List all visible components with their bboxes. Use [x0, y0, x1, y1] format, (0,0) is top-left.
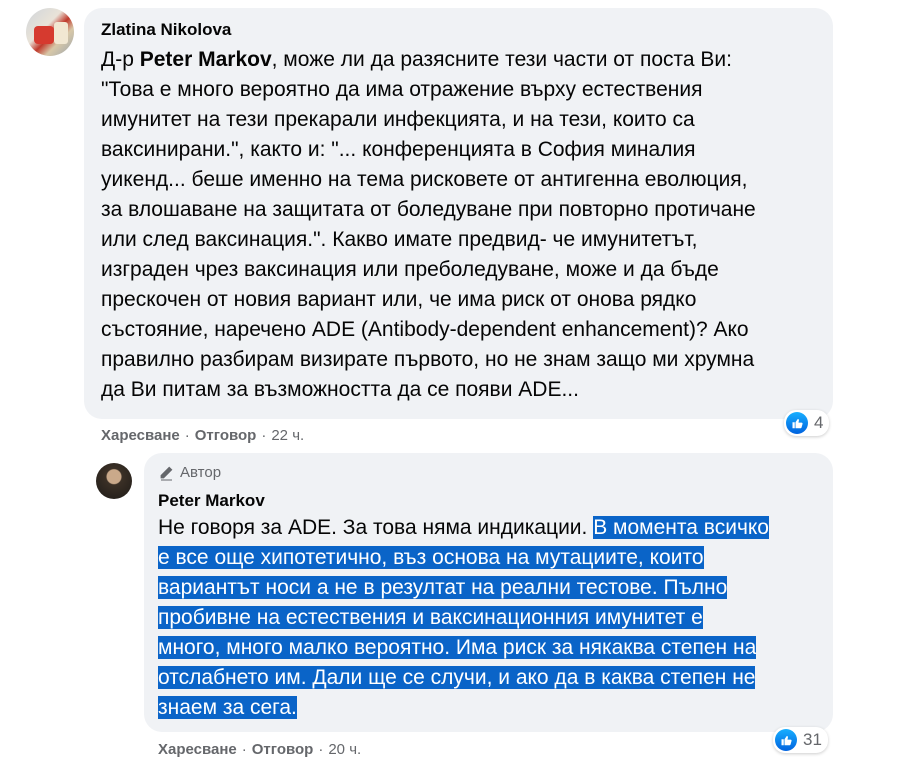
comment2-line: пробивне на естествения и ваксинационния… — [158, 603, 769, 633]
comment2-timestamp[interactable]: 20 ч. — [328, 741, 361, 758]
comment1-line: имунитет на тези прекарали инфекцията, и… — [101, 108, 695, 131]
selected-text: знаем за сега. — [158, 696, 297, 719]
comment2-line: много, много малко вероятно. Има риск за… — [158, 633, 769, 663]
mention-peter-markov[interactable]: Peter Markov — [140, 48, 272, 71]
selected-text: вариантът носи а не в резултат на реални… — [158, 576, 728, 599]
comment1-reply-button[interactable]: Отговор — [195, 427, 257, 444]
comment2-actions: Харесване · Отговор · 20 ч. — [158, 741, 361, 758]
comment1-text-suffix: , може ли да разясните тези части от пос… — [271, 48, 732, 71]
comment2-reaction-count: 31 — [803, 730, 822, 749]
comment2-text: Не говоря за ADE. За това няма индикации… — [158, 513, 769, 723]
selected-text: В момента всичко — [593, 516, 769, 539]
comment1-actions: Харесване · Отговор · 22 ч. — [101, 427, 304, 444]
comment2-author-name[interactable]: Peter Markov — [158, 491, 265, 511]
comment2-line: отслабнето им. Дали ще се случи, и ако д… — [158, 663, 769, 693]
comment2-reply-button[interactable]: Отговор — [252, 741, 314, 758]
selected-text: е все още хипотетично, въз основа на мут… — [158, 546, 704, 569]
separator-dot: · — [241, 741, 247, 758]
author-badge-label: Автор — [180, 464, 222, 481]
comment2-reactions[interactable]: 31 — [773, 727, 828, 753]
comment1-text: Д-р Peter Markov, може ли да разясните т… — [101, 45, 756, 405]
comment1-line: уикенд... беше именно на тема рисковете … — [101, 168, 748, 191]
comment1-line: прескочен от новия вариант или, че има р… — [101, 288, 697, 311]
comment2-text-plain: Не говоря за ADE. За това няма индикации… — [158, 516, 594, 539]
comment2-line: вариантът носи а не в резултат на реални… — [158, 573, 769, 603]
comment1-line: правилно разбирам визирате първото, но н… — [101, 348, 755, 371]
comment2-line: Не говоря за ADE. За това няма индикации… — [158, 513, 769, 543]
comment1-line: Д-р Peter Markov, може ли да разясните т… — [101, 45, 756, 75]
pencil-icon — [160, 466, 173, 480]
comment2-like-button[interactable]: Харесване — [158, 741, 237, 758]
author-badge: Автор — [158, 464, 221, 481]
selected-text: пробивне на естествения и ваксинационния… — [158, 606, 703, 629]
comment2-line: знаем за сега. — [158, 693, 769, 723]
like-icon — [786, 412, 808, 434]
comment1-line: ваксинирани.", както и: "... конференция… — [101, 138, 696, 161]
comment1-line: състояние, наречено ADE (Antibody-depend… — [101, 318, 749, 341]
comment1-line: да Ви питам за възможността да се появи … — [101, 378, 579, 401]
separator-dot: · — [261, 427, 267, 444]
selected-text: отслабнето им. Дали ще се случи, и ако д… — [158, 666, 756, 689]
comment1-like-button[interactable]: Харесване — [101, 427, 180, 444]
comment1-reactions[interactable]: 4 — [784, 410, 830, 436]
comment1-text-prefix: Д-р — [101, 48, 140, 71]
comment1-author-name[interactable]: Zlatina Nikolova — [101, 20, 231, 40]
comment1-line: за влошаване на защитата от боледуване п… — [101, 198, 756, 221]
avatar-zlatina-nikolova[interactable] — [26, 8, 74, 56]
comment1-line: или след ваксинация.". Какво имате предв… — [101, 228, 698, 251]
separator-dot: · — [318, 741, 324, 758]
comment1-reaction-count: 4 — [814, 413, 824, 432]
like-icon — [775, 729, 797, 751]
selected-text: много, много малко вероятно. Има риск за… — [158, 636, 757, 659]
comment1-line: изграден чрез ваксинация или преболедува… — [101, 258, 719, 281]
comment1-timestamp[interactable]: 22 ч. — [271, 427, 304, 444]
separator-dot: · — [184, 427, 190, 444]
comment2-line: е все още хипотетично, въз основа на мут… — [158, 543, 769, 573]
avatar-peter-markov[interactable] — [96, 463, 132, 499]
comment1-line: "Това е много вероятно да има отражение … — [101, 78, 703, 101]
